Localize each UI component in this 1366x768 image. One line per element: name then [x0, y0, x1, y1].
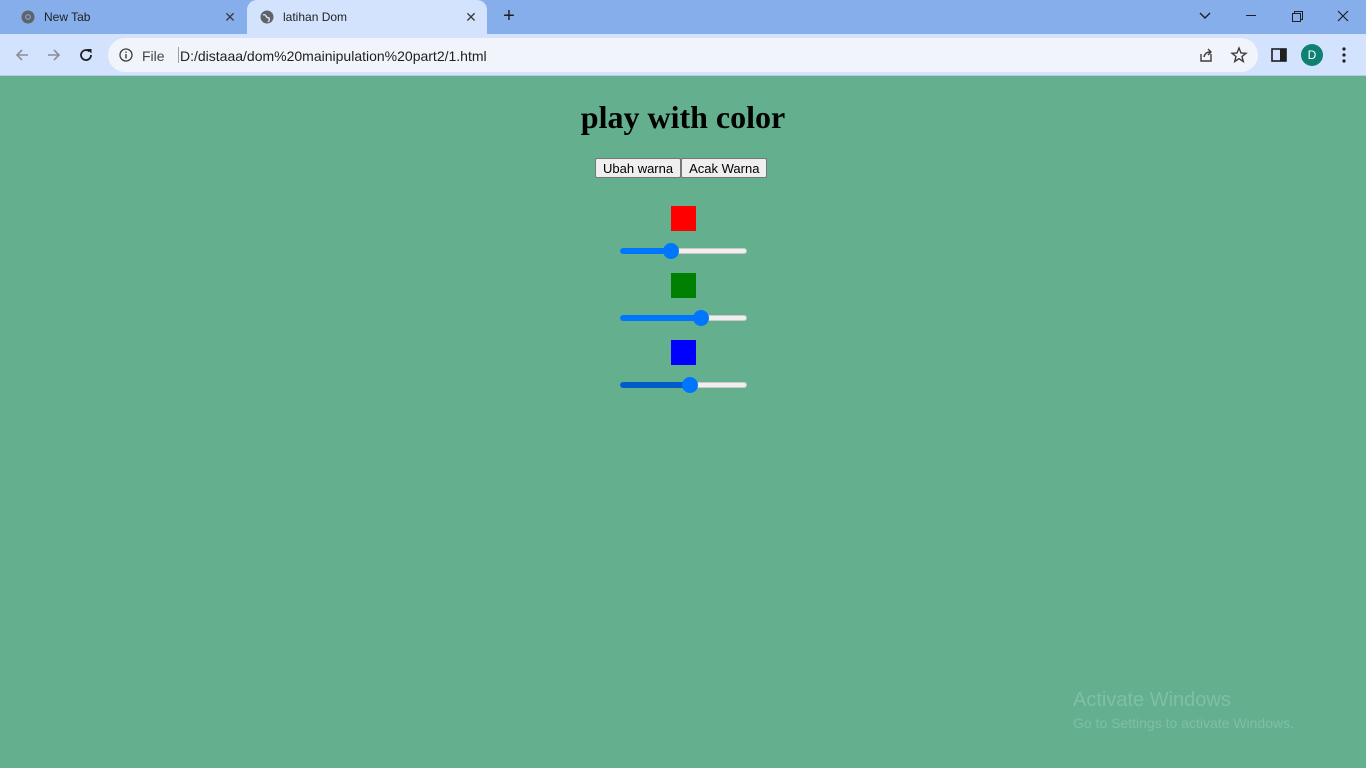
tab-title: latihan Dom [283, 10, 348, 24]
slider-thumb[interactable] [693, 310, 710, 326]
red-swatch [671, 206, 696, 231]
close-icon [1337, 10, 1349, 22]
page-title: play with color [580, 99, 786, 135]
change-color-button[interactable]: Ubah warna [595, 158, 682, 178]
side-panel-icon[interactable] [1271, 47, 1287, 63]
profile-avatar[interactable]: D [1301, 44, 1323, 66]
blue-slider[interactable] [620, 377, 747, 393]
close-window-button[interactable] [1320, 0, 1366, 32]
address-bar[interactable]: File D:/distaaa/dom%20mainipulation%20pa… [108, 38, 1258, 72]
info-icon[interactable] [119, 48, 133, 62]
button-row: Ubah warna Acak Warna [595, 158, 768, 178]
arrow-left-icon [15, 49, 28, 61]
forward-button[interactable] [42, 43, 66, 67]
tab-new-tab[interactable]: New Tab ✕ [0, 0, 246, 34]
minimize-button[interactable] [1228, 0, 1274, 32]
activation-watermark-title: Activate Windows [1073, 689, 1231, 711]
minimize-icon [1246, 15, 1256, 16]
reload-icon [80, 49, 92, 61]
blue-swatch [671, 340, 696, 365]
url-text[interactable]: D:/distaaa/dom%20mainipulation%20part2/1… [180, 48, 487, 64]
tab-strip: New Tab ✕ latihan Dom ✕ + [0, 0, 1366, 34]
browser-toolbar: File D:/distaaa/dom%20mainipulation%20pa… [0, 34, 1366, 76]
page-body: play with color Ubah warna Acak Warna Ac… [0, 77, 1366, 768]
new-tab-button[interactable]: + [498, 6, 520, 28]
tab-search-button[interactable] [1182, 0, 1228, 32]
share-icon[interactable] [1198, 47, 1214, 63]
tab-latihan-dom[interactable]: latihan Dom ✕ [247, 0, 487, 34]
reload-button[interactable] [74, 43, 98, 67]
close-icon[interactable]: ✕ [222, 9, 238, 25]
scheme-label: File [142, 48, 165, 64]
chrome-icon [21, 10, 35, 24]
arrow-right-icon [48, 49, 61, 61]
globe-icon [260, 10, 274, 24]
green-slider[interactable] [620, 310, 747, 326]
chevron-down-icon [1199, 12, 1211, 19]
restore-icon [1291, 10, 1303, 22]
address-separator [178, 47, 179, 63]
slider-thumb[interactable] [663, 243, 680, 259]
slider-thumb[interactable] [682, 377, 699, 393]
star-icon[interactable] [1230, 46, 1248, 64]
more-vertical-icon[interactable] [1337, 46, 1351, 64]
restore-button[interactable] [1274, 0, 1320, 32]
random-color-button[interactable]: Acak Warna [681, 158, 768, 178]
slider-fill [620, 315, 702, 321]
activation-watermark-subtitle: Go to Settings to activate Windows. [1073, 715, 1294, 731]
tab-title: New Tab [44, 10, 91, 24]
slider-fill [620, 382, 691, 388]
close-icon[interactable]: ✕ [463, 9, 479, 25]
green-swatch [671, 273, 696, 298]
back-button[interactable] [10, 43, 34, 67]
red-slider[interactable] [620, 243, 747, 259]
